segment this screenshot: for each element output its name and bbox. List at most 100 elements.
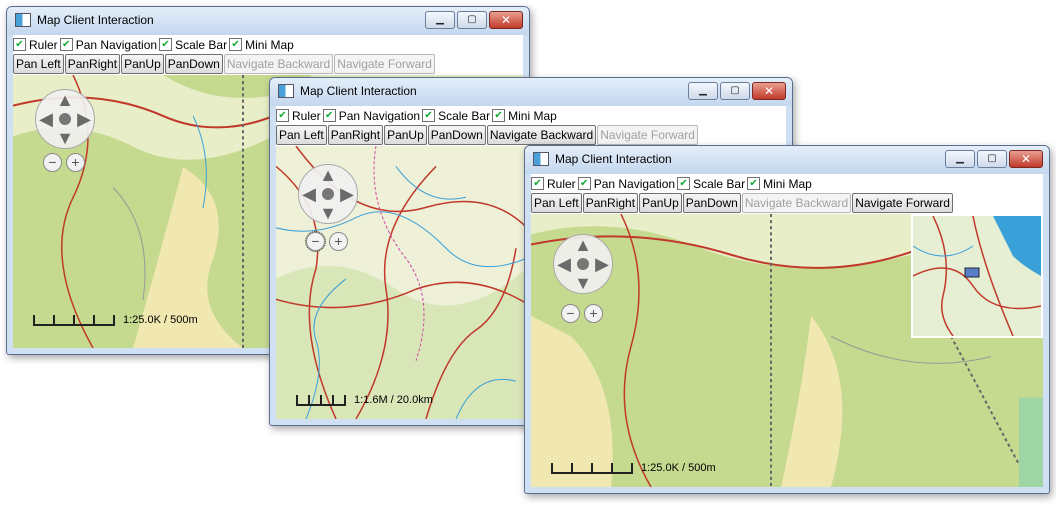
checkbox-label: Pan Navigation xyxy=(593,176,676,191)
title-bar[interactable]: Map Client Interaction ▁ ▢ ✕ xyxy=(7,7,529,35)
mini-map-checkbox[interactable]: ✔ Mini Map xyxy=(492,109,557,123)
pan-navigation-checkbox[interactable]: ✔ Pan Navigation xyxy=(59,37,158,52)
window-title: Map Client Interaction xyxy=(300,84,417,98)
pan-up-arrow-icon[interactable]: ▲ xyxy=(574,236,592,254)
maximize-icon: ▢ xyxy=(467,14,477,25)
pan-navigation-checkbox[interactable]: ✔ Pan Navigation xyxy=(577,176,676,191)
mini-map-checkbox[interactable]: ✔ Mini Map xyxy=(229,38,294,52)
zoom-in-button[interactable]: + xyxy=(329,232,348,251)
pan-left-button[interactable]: Pan Left xyxy=(276,125,327,145)
zoom-in-button[interactable]: + xyxy=(66,153,85,172)
pan-up-button[interactable]: PanUp xyxy=(121,54,164,74)
pan-down-arrow-icon[interactable]: ▼ xyxy=(319,204,337,222)
title-bar[interactable]: Map Client Interaction ▁ ▢ ✕ xyxy=(270,78,792,106)
minimize-icon: ▁ xyxy=(699,85,707,96)
navigate-backward-button[interactable]: Navigate Backward xyxy=(486,125,597,145)
navigate-backward-button[interactable]: Navigate Backward xyxy=(741,193,852,213)
mini-map[interactable] xyxy=(911,214,1043,338)
pan-navigation-control[interactable]: ▲ ▼ ◀ ▶ xyxy=(553,234,613,294)
maximize-button[interactable]: ▢ xyxy=(457,11,487,29)
checkbox-label: Scale Bar xyxy=(175,37,228,52)
pan-right-button[interactable]: PanRight xyxy=(327,125,384,145)
check-icon: ✔ xyxy=(159,38,173,51)
scale-bar: 1:25.0K / 500m xyxy=(551,462,716,474)
minimize-button[interactable]: ▁ xyxy=(688,82,718,100)
checkbox-label: Mini Map xyxy=(763,176,812,191)
navigate-forward-button[interactable]: Navigate Forward xyxy=(334,54,435,74)
pan-left-arrow-icon[interactable]: ◀ xyxy=(300,185,318,203)
scale-bar-checkbox[interactable]: ✔ Scale Bar xyxy=(422,109,490,123)
minimize-icon: ▁ xyxy=(956,153,964,164)
scale-bar: 1:25.0K / 500m xyxy=(33,314,198,326)
minimize-button[interactable]: ▁ xyxy=(945,150,975,168)
pan-up-button[interactable]: PanUp xyxy=(384,125,427,145)
scale-label: 1:25.0K / 500m xyxy=(641,462,716,474)
pan-right-arrow-icon[interactable]: ▶ xyxy=(593,255,611,273)
pan-navigation-checkbox[interactable]: ✔ Pan Navigation xyxy=(322,108,421,123)
minimize-button[interactable]: ▁ xyxy=(425,11,455,29)
button-row: Pan Left PanRight PanUp PanDown Navigate… xyxy=(13,54,435,74)
toggle-row: ✔ Ruler ✔ Pan Navigation ✔ Scale Bar ✔ Mini … xyxy=(276,106,559,125)
check-icon: ✔ xyxy=(577,177,591,190)
close-button[interactable]: ✕ xyxy=(752,82,786,100)
pan-left-button[interactable]: Pan Left xyxy=(13,54,64,74)
map-view[interactable]: ▲ ▼ ◀ ▶ − + 1:25.0K / 500m xyxy=(531,214,1043,487)
pan-right-button[interactable]: PanRight xyxy=(582,193,639,213)
maximize-button[interactable]: ▢ xyxy=(720,82,750,100)
mini-map-checkbox[interactable]: ✔ Mini Map xyxy=(747,177,812,191)
pan-right-arrow-icon[interactable]: ▶ xyxy=(338,185,356,203)
navigate-forward-button[interactable]: Navigate Forward xyxy=(597,125,698,145)
app-icon xyxy=(15,13,31,27)
pan-left-arrow-icon[interactable]: ◀ xyxy=(555,255,573,273)
navigate-forward-button[interactable]: Navigate Forward xyxy=(852,193,953,213)
navigate-backward-button[interactable]: Navigate Backward xyxy=(223,54,334,74)
pan-center-icon[interactable] xyxy=(322,188,334,200)
close-button[interactable]: ✕ xyxy=(1009,150,1043,168)
pan-down-arrow-icon[interactable]: ▼ xyxy=(56,129,74,147)
maximize-button[interactable]: ▢ xyxy=(977,150,1007,168)
pan-left-arrow-icon[interactable]: ◀ xyxy=(37,110,55,128)
pan-right-arrow-icon[interactable]: ▶ xyxy=(75,110,93,128)
checkbox-label: Ruler xyxy=(292,108,321,123)
window-3: Map Client Interaction ▁ ▢ ✕ ✔ Ruler ✔ Pan… xyxy=(524,145,1050,494)
scale-ruler xyxy=(551,462,633,474)
pan-navigation-control[interactable]: ▲ ▼ ◀ ▶ xyxy=(35,89,95,149)
pan-up-button[interactable]: PanUp xyxy=(639,193,682,213)
zoom-out-button[interactable]: − xyxy=(305,231,326,252)
checkbox-label: Mini Map xyxy=(245,37,294,52)
pan-down-arrow-icon[interactable]: ▼ xyxy=(574,274,592,292)
close-button[interactable]: ✕ xyxy=(489,11,523,29)
checkbox-label: Pan Navigation xyxy=(338,108,421,123)
window-title: Map Client Interaction xyxy=(37,13,154,27)
scale-bar-checkbox[interactable]: ✔ Scale Bar xyxy=(159,38,227,52)
mini-map-viewport[interactable] xyxy=(964,267,980,278)
pan-center-icon[interactable] xyxy=(577,258,589,270)
maximize-icon: ▢ xyxy=(987,153,997,164)
pan-left-button[interactable]: Pan Left xyxy=(531,193,582,213)
ruler-checkbox[interactable]: ✔ Ruler xyxy=(13,38,58,52)
ruler-checkbox[interactable]: ✔ Ruler xyxy=(531,177,576,191)
scale-ruler xyxy=(296,394,346,406)
zoom-out-button[interactable]: − xyxy=(561,304,580,323)
ruler-checkbox[interactable]: ✔ Ruler xyxy=(276,109,321,123)
checkbox-label: Pan Navigation xyxy=(75,37,158,52)
scale-bar-checkbox[interactable]: ✔ Scale Bar xyxy=(677,177,745,191)
pan-center-icon[interactable] xyxy=(59,113,71,125)
title-bar[interactable]: Map Client Interaction ▁ ▢ ✕ xyxy=(525,146,1049,174)
toggle-row: ✔ Ruler ✔ Pan Navigation ✔ Scale Bar ✔ Mini … xyxy=(531,174,814,193)
pan-up-arrow-icon[interactable]: ▲ xyxy=(319,166,337,184)
pan-down-button[interactable]: PanDown xyxy=(164,54,223,74)
zoom-out-button[interactable]: − xyxy=(43,153,62,172)
maximize-icon: ▢ xyxy=(730,85,740,96)
pan-up-arrow-icon[interactable]: ▲ xyxy=(56,91,74,109)
window-title: Map Client Interaction xyxy=(555,152,672,166)
app-icon xyxy=(278,84,294,98)
check-icon: ✔ xyxy=(229,38,243,51)
checkbox-label: Scale Bar xyxy=(438,108,491,123)
zoom-in-button[interactable]: + xyxy=(584,304,603,323)
pan-down-button[interactable]: PanDown xyxy=(682,193,741,213)
pan-navigation-control[interactable]: ▲ ▼ ◀ ▶ xyxy=(298,164,358,224)
checkbox-label: Ruler xyxy=(29,37,58,52)
pan-right-button[interactable]: PanRight xyxy=(64,54,121,74)
pan-down-button[interactable]: PanDown xyxy=(427,125,486,145)
